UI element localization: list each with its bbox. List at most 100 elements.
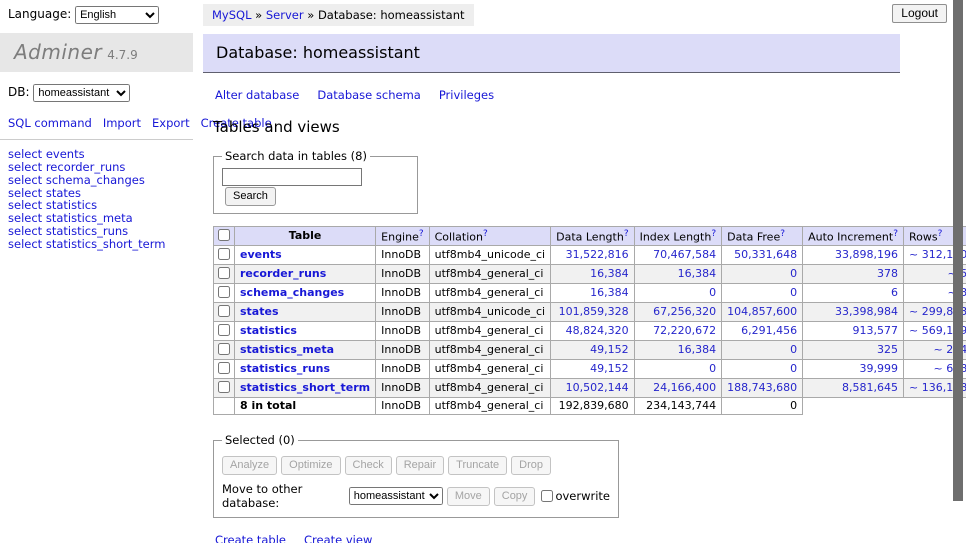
- cell-index-length: 0: [634, 360, 722, 379]
- cell-table-name: statistics: [235, 322, 376, 341]
- footer-action-create-table[interactable]: Create table: [215, 533, 286, 543]
- language-label: Language:: [8, 7, 71, 21]
- sidebar-item-select-recorder-runs[interactable]: select recorder_runs: [8, 161, 185, 174]
- repair-button[interactable]: Repair: [396, 456, 444, 475]
- logout-button[interactable]: Logout: [892, 4, 947, 23]
- table-name-link[interactable]: recorder_runs: [240, 267, 326, 280]
- row-checkbox[interactable]: [218, 362, 230, 374]
- sidebar-item-select-statistics-runs[interactable]: select statistics_runs: [8, 225, 185, 238]
- footer-action-create-view[interactable]: Create view: [304, 533, 372, 543]
- language-select[interactable]: English: [75, 6, 159, 24]
- db-action-alter-database[interactable]: Alter database: [215, 88, 299, 102]
- row-checkbox[interactable]: [218, 343, 230, 355]
- cell-data-free: 0: [722, 360, 803, 379]
- sidebar-table-links: select eventsselect recorder_runsselect …: [8, 148, 185, 250]
- table-name-link[interactable]: schema_changes: [240, 286, 344, 299]
- select-all-cell: [214, 226, 235, 246]
- truncate-button[interactable]: Truncate: [448, 456, 507, 475]
- row-checkbox[interactable]: [218, 248, 230, 260]
- column-header-engine: Engine?: [376, 226, 429, 246]
- cell-engine: InnoDB: [376, 360, 429, 379]
- column-header-label: Collation: [435, 230, 483, 243]
- drop-button[interactable]: Drop: [511, 456, 551, 475]
- table-row-recorder-runs: recorder_runsInnoDButf8mb4_general_ci16,…: [214, 265, 966, 284]
- help-sup: ?: [938, 228, 943, 239]
- help-link[interactable]: ?: [483, 229, 488, 239]
- db-select[interactable]: homeassistant: [33, 84, 130, 102]
- help-link[interactable]: ?: [893, 229, 898, 239]
- adminer-version: 4.7.9: [107, 48, 138, 62]
- search-fieldset: Search data in tables (8) Search: [213, 149, 418, 214]
- cell-table-name: states: [235, 303, 376, 322]
- table-name-link[interactable]: events: [240, 248, 282, 261]
- breadcrumb-link-server[interactable]: Server: [266, 8, 304, 22]
- db-label: DB:: [8, 85, 30, 99]
- table-name-link[interactable]: statistics_runs: [240, 362, 330, 375]
- scrollbar-thumb[interactable]: [953, 0, 963, 501]
- sidebar-action-export[interactable]: Export: [152, 116, 190, 130]
- search-input[interactable]: [222, 168, 362, 186]
- sidebar-item-select-statistics-meta[interactable]: select statistics_meta: [8, 212, 185, 225]
- breadcrumb-link-mysql[interactable]: MySQL: [212, 8, 252, 22]
- analyze-button[interactable]: Analyze: [222, 456, 277, 475]
- page-title: Database: homeassistant: [203, 34, 900, 73]
- cell-collation: utf8mb4_unicode_ci: [429, 303, 550, 322]
- cell-auto-increment: 378: [803, 265, 904, 284]
- help-link[interactable]: ?: [938, 229, 943, 239]
- breadcrumb-current: Database: homeassistant: [318, 8, 465, 22]
- help-sup: ?: [780, 228, 785, 239]
- table-name-link[interactable]: statistics_meta: [240, 343, 334, 356]
- cell-engine: InnoDB: [376, 284, 429, 303]
- cell-collation: utf8mb4_general_ci: [429, 322, 550, 341]
- cell-index-length: 24,166,400: [634, 379, 722, 398]
- db-action-privileges[interactable]: Privileges: [439, 88, 494, 102]
- row-checkbox-cell: [214, 379, 235, 398]
- row-checkbox[interactable]: [218, 286, 230, 298]
- cell-engine: InnoDB: [376, 379, 429, 398]
- sidebar-item-select-statistics-short-term[interactable]: select statistics_short_term: [8, 238, 185, 251]
- cell-collation: utf8mb4_general_ci: [429, 360, 550, 379]
- row-checkbox-cell: [214, 265, 235, 284]
- row-checkbox[interactable]: [218, 324, 230, 336]
- page: Language: English Adminer 4.7.9 DB: home…: [0, 0, 966, 543]
- help-link[interactable]: ?: [780, 229, 785, 239]
- table-name-link[interactable]: states: [240, 305, 279, 318]
- move-db-select[interactable]: homeassistant: [349, 487, 443, 505]
- overwrite-checkbox[interactable]: [541, 490, 553, 502]
- language-row: Language: English: [0, 0, 193, 33]
- cell-auto-increment: 913,577: [803, 322, 904, 341]
- help-link[interactable]: ?: [711, 229, 716, 239]
- db-action-database-schema[interactable]: Database schema: [317, 88, 420, 102]
- help-link[interactable]: ?: [624, 229, 629, 239]
- column-header-label: Engine: [381, 230, 419, 243]
- select-all-checkbox[interactable]: [218, 229, 230, 241]
- help-link[interactable]: ?: [419, 229, 424, 239]
- move-button[interactable]: Move: [447, 487, 490, 506]
- search-button[interactable]: Search: [225, 187, 276, 206]
- check-button[interactable]: Check: [345, 456, 392, 475]
- table-name-link[interactable]: statistics: [240, 324, 297, 337]
- cell-data-free: 0: [722, 341, 803, 360]
- sidebar-action-import[interactable]: Import: [103, 116, 141, 130]
- sidebar-action-sql-command[interactable]: SQL command: [8, 116, 92, 130]
- cell-table-name: recorder_runs: [235, 265, 376, 284]
- total-collation: utf8mb4_general_ci: [429, 398, 550, 415]
- cell-table-name: statistics_short_term: [235, 379, 376, 398]
- cell-index-length: 67,256,320: [634, 303, 722, 322]
- table-name-link[interactable]: statistics_short_term: [240, 381, 370, 394]
- row-checkbox[interactable]: [218, 305, 230, 317]
- row-checkbox[interactable]: [218, 267, 230, 279]
- sidebar-item-select-schema-changes[interactable]: select schema_changes: [8, 174, 185, 187]
- cell-collation: utf8mb4_general_ci: [429, 265, 550, 284]
- row-checkbox[interactable]: [218, 381, 230, 393]
- total-data-free: 0: [722, 398, 803, 415]
- cell-auto-increment: 39,999: [803, 360, 904, 379]
- cell-table-name: statistics_runs: [235, 360, 376, 379]
- help-sup: ?: [624, 228, 629, 239]
- cell-collation: utf8mb4_unicode_ci: [429, 246, 550, 265]
- cell-auto-increment: 325: [803, 341, 904, 360]
- column-header-collation: Collation?: [429, 226, 550, 246]
- total-data-length: 192,839,680: [551, 398, 634, 415]
- copy-button[interactable]: Copy: [494, 487, 536, 506]
- optimize-button[interactable]: Optimize: [281, 456, 340, 475]
